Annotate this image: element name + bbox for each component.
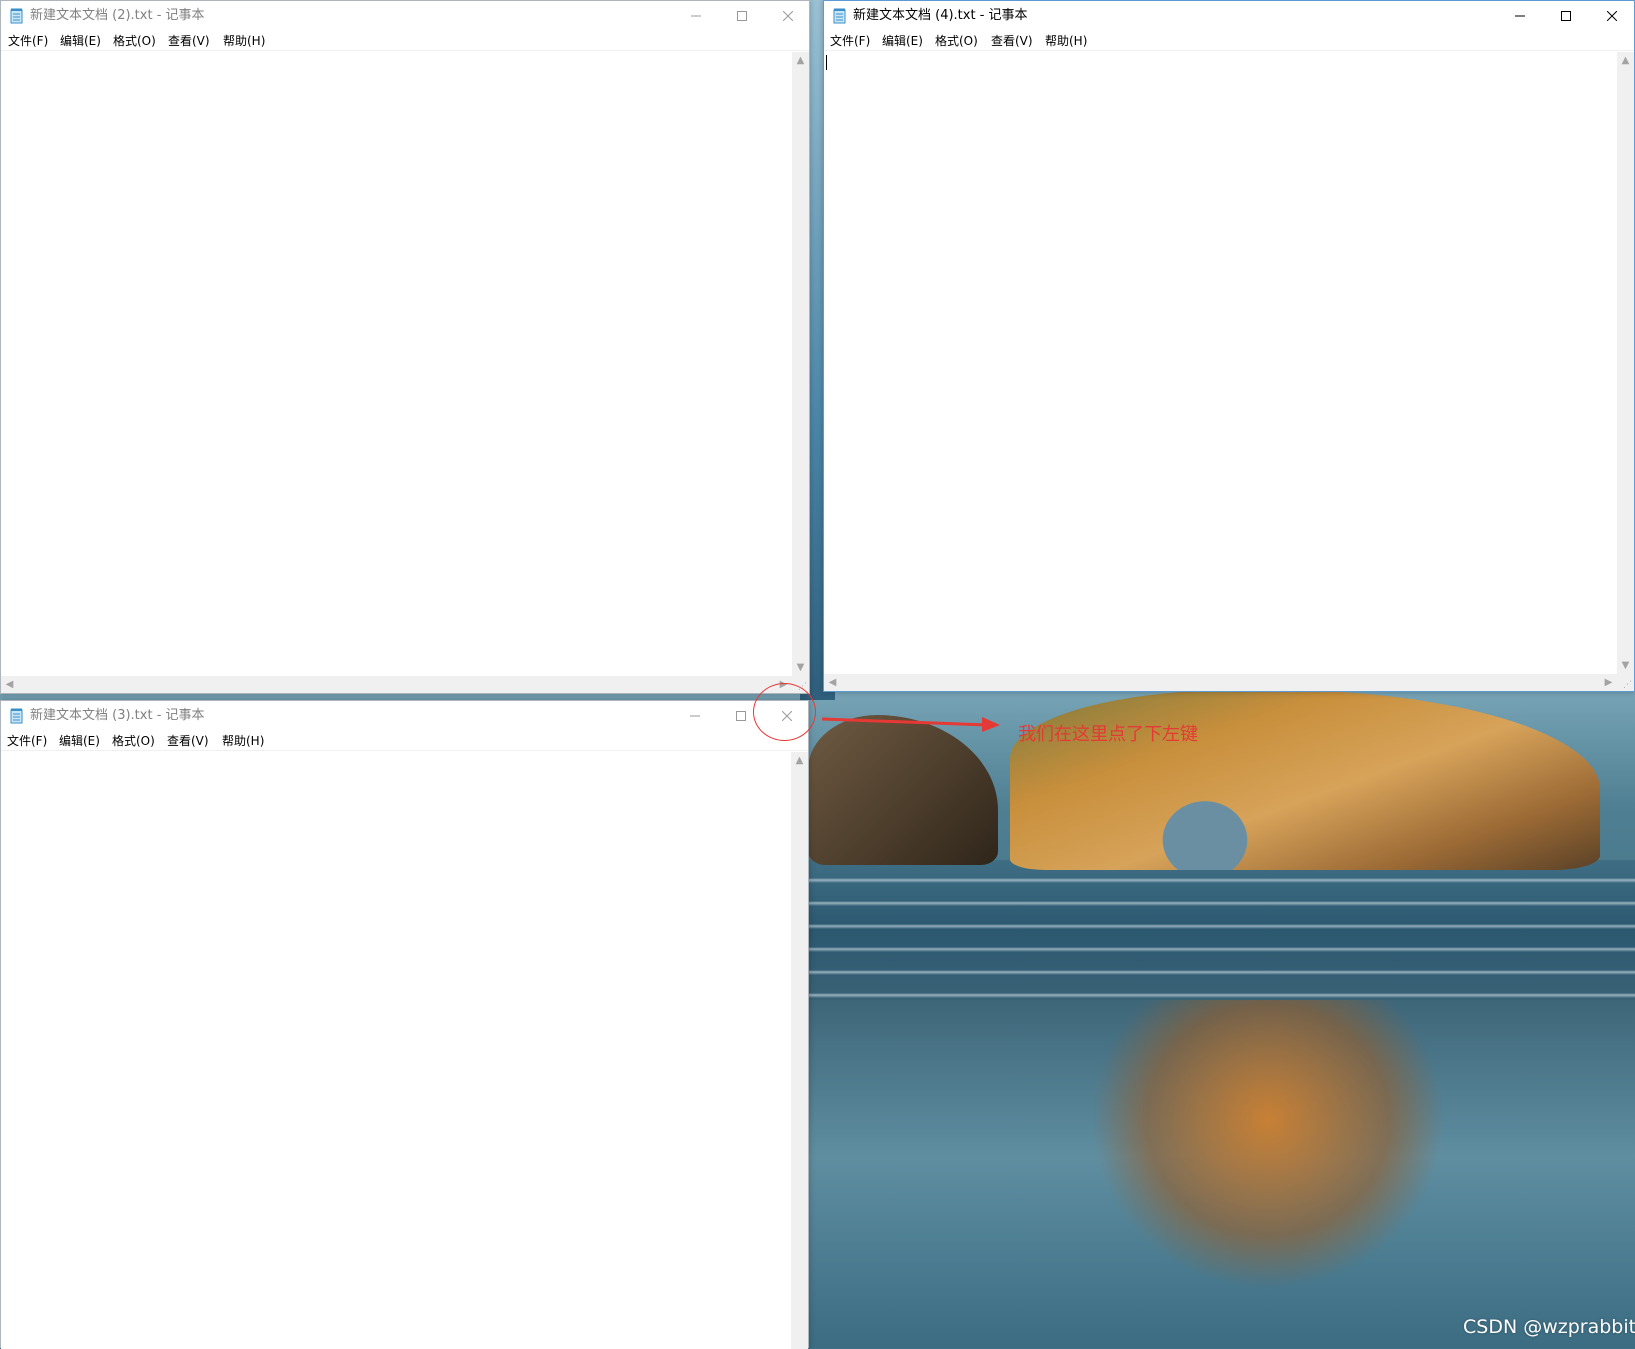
watermark: CSDN @wzprabbit — [1463, 1316, 1635, 1338]
maximize-button[interactable] — [1543, 1, 1589, 31]
annotation-text: 我们在这里点了下左键 — [1018, 724, 1198, 745]
text-editor[interactable] — [1, 752, 791, 1349]
wallpaper-sea — [808, 860, 1635, 1000]
scroll-down-arrow[interactable]: ▼ — [792, 659, 809, 676]
titlebar[interactable]: 新建文本文档 (2).txt - 记事本 — [1, 1, 809, 31]
horizontal-scrollbar[interactable]: ◀ ▶ — [824, 674, 1617, 691]
menu-help[interactable]: 帮助(H) — [223, 33, 265, 49]
minimize-button[interactable] — [673, 1, 719, 31]
scroll-right-arrow[interactable]: ▶ — [1600, 674, 1617, 691]
scroll-down-arrow[interactable]: ▼ — [1617, 657, 1634, 674]
window-title: 新建文本文档 (2).txt - 记事本 — [30, 8, 205, 23]
scroll-left-arrow[interactable]: ◀ — [1, 676, 18, 693]
menu-format[interactable]: 格式(O) — [113, 33, 156, 49]
vertical-scrollbar[interactable]: ▲ — [791, 752, 808, 1349]
scroll-up-arrow[interactable]: ▲ — [792, 52, 809, 69]
menu-bar: 文件(F) 编辑(E) 格式(O) 查看(V) 帮助(H) — [824, 31, 1634, 51]
maximize-button[interactable] — [719, 1, 765, 31]
minimize-icon — [690, 715, 700, 717]
close-icon — [1607, 11, 1617, 21]
notepad-window-4: 新建文本文档 (4).txt - 记事本 文件(F) 编辑(E) 格式(O) 查… — [823, 0, 1635, 692]
scroll-left-arrow[interactable]: ◀ — [824, 674, 841, 691]
close-button[interactable] — [765, 1, 811, 31]
window-title: 新建文本文档 (3).txt - 记事本 — [30, 708, 205, 723]
titlebar[interactable]: 新建文本文档 (3).txt - 记事本 — [1, 701, 808, 731]
close-icon — [783, 11, 793, 21]
menu-help[interactable]: 帮助(H) — [222, 733, 264, 749]
menu-view[interactable]: 查看(V) — [167, 733, 209, 749]
notepad-icon — [9, 708, 24, 724]
menu-file[interactable]: 文件(F) — [830, 33, 870, 49]
maximize-icon — [737, 11, 747, 21]
menu-help[interactable]: 帮助(H) — [1045, 33, 1087, 49]
window-title: 新建文本文档 (4).txt - 记事本 — [853, 8, 1028, 23]
scroll-up-arrow[interactable]: ▲ — [791, 752, 808, 769]
annotation-arrow — [822, 717, 1000, 732]
maximize-icon — [736, 711, 746, 721]
notepad-window-2: 新建文本文档 (2).txt - 记事本 文件(F) 编辑(E) 格式(O) 查… — [0, 0, 810, 694]
minimize-icon — [1515, 15, 1525, 17]
text-editor[interactable] — [1, 52, 792, 676]
menu-format[interactable]: 格式(O) — [935, 33, 978, 49]
minimize-button[interactable] — [1497, 1, 1543, 31]
minimize-button[interactable] — [672, 701, 718, 731]
scroll-up-arrow[interactable]: ▲ — [1617, 52, 1634, 69]
notepad-icon — [9, 8, 24, 24]
menu-bar: 文件(F) 编辑(E) 格式(O) 查看(V) 帮助(H) — [1, 31, 809, 51]
vertical-scrollbar[interactable]: ▲ ▼ — [792, 52, 809, 676]
titlebar[interactable]: 新建文本文档 (4).txt - 记事本 — [824, 1, 1634, 31]
text-caret — [826, 55, 827, 70]
close-button[interactable] — [1589, 1, 1635, 31]
menu-view[interactable]: 查看(V) — [991, 33, 1033, 49]
menu-bar: 文件(F) 编辑(E) 格式(O) 查看(V) 帮助(H) — [1, 731, 808, 751]
text-editor[interactable] — [824, 52, 1617, 674]
annotation-circle — [753, 683, 816, 741]
maximize-icon — [1561, 11, 1571, 21]
notepad-icon — [832, 8, 847, 24]
menu-file[interactable]: 文件(F) — [8, 33, 48, 49]
menu-edit[interactable]: 编辑(E) — [59, 733, 100, 749]
menu-edit[interactable]: 编辑(E) — [60, 33, 101, 49]
wallpaper-beach — [808, 1000, 1635, 1348]
minimize-icon — [691, 15, 701, 17]
horizontal-scrollbar[interactable]: ◀ ▶ — [1, 676, 792, 693]
menu-format[interactable]: 格式(O) — [112, 733, 155, 749]
menu-view[interactable]: 查看(V) — [168, 33, 210, 49]
menu-file[interactable]: 文件(F) — [7, 733, 47, 749]
resize-grip[interactable]: ⋰ — [1617, 674, 1634, 691]
vertical-scrollbar[interactable]: ▲ ▼ — [1617, 52, 1634, 674]
notepad-window-3: 新建文本文档 (3).txt - 记事本 文件(F) 编辑(E) 格式(O) 查… — [0, 700, 809, 1349]
menu-edit[interactable]: 编辑(E) — [882, 33, 923, 49]
